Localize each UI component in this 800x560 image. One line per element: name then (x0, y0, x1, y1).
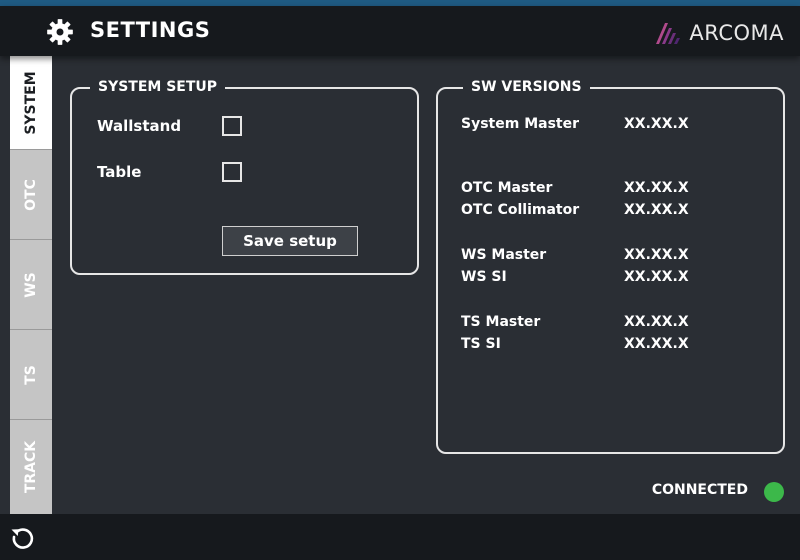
version-value: XX.XX.X (624, 269, 689, 285)
header-bar: SETTINGS ARCOMA (0, 6, 800, 56)
tab-ts[interactable]: TS (10, 330, 52, 420)
tab-ts-label: TS (23, 364, 39, 385)
footer-bar (0, 514, 800, 560)
version-name: System Master (461, 116, 579, 132)
system-setup-group: SYSTEM SETUP Wallstand Table Save setup (70, 79, 419, 275)
sw-versions-legend: SW VERSIONS (463, 79, 590, 95)
sw-versions-group: SW VERSIONS System Master XX.XX.X OTC Ma… (436, 79, 785, 454)
save-setup-button[interactable]: Save setup (222, 226, 358, 256)
version-value: XX.XX.X (624, 116, 689, 132)
version-value: XX.XX.X (624, 247, 689, 263)
brand-name: ARCOMA (689, 21, 784, 45)
system-setup-legend: SYSTEM SETUP (90, 79, 226, 95)
page-title: SETTINGS (90, 18, 211, 42)
tab-ws[interactable]: WS (10, 240, 52, 330)
version-value: XX.XX.X (624, 336, 689, 352)
tab-ws-label: WS (23, 271, 39, 298)
tab-track-label: TRACK (23, 440, 39, 494)
tab-system[interactable]: SYSTEM (10, 56, 52, 150)
wallstand-label: Wallstand (97, 117, 182, 135)
version-value: XX.XX.X (624, 202, 689, 218)
connection-status-indicator (764, 482, 784, 502)
tab-system-label: SYSTEM (23, 70, 39, 135)
version-name: TS Master (461, 314, 541, 330)
wallstand-checkbox[interactable] (222, 116, 242, 136)
arcoma-logo-icon (656, 23, 681, 44)
version-value: XX.XX.X (624, 180, 689, 196)
version-name: WS Master (461, 247, 547, 263)
tab-track[interactable]: TRACK (10, 420, 52, 514)
connection-status-text: CONNECTED (651, 482, 748, 498)
version-name: OTC Collimator (461, 202, 580, 218)
version-name: WS SI (461, 269, 507, 285)
brand-logo: ARCOMA (655, 20, 784, 46)
version-value: XX.XX.X (624, 314, 689, 330)
gear-icon (47, 19, 73, 45)
tab-otc-label: OTC (23, 178, 39, 211)
table-checkbox[interactable] (222, 162, 242, 182)
reset-icon[interactable] (10, 524, 36, 550)
version-name: OTC Master (461, 180, 553, 196)
table-label: Table (97, 163, 142, 181)
settings-screen: SETTINGS ARCOMA SYSTEM OTC WS TS TRACK S… (0, 0, 800, 560)
version-name: TS SI (461, 336, 501, 352)
tab-otc[interactable]: OTC (10, 150, 52, 240)
sidebar-tabs: SYSTEM OTC WS TS TRACK (10, 56, 52, 514)
